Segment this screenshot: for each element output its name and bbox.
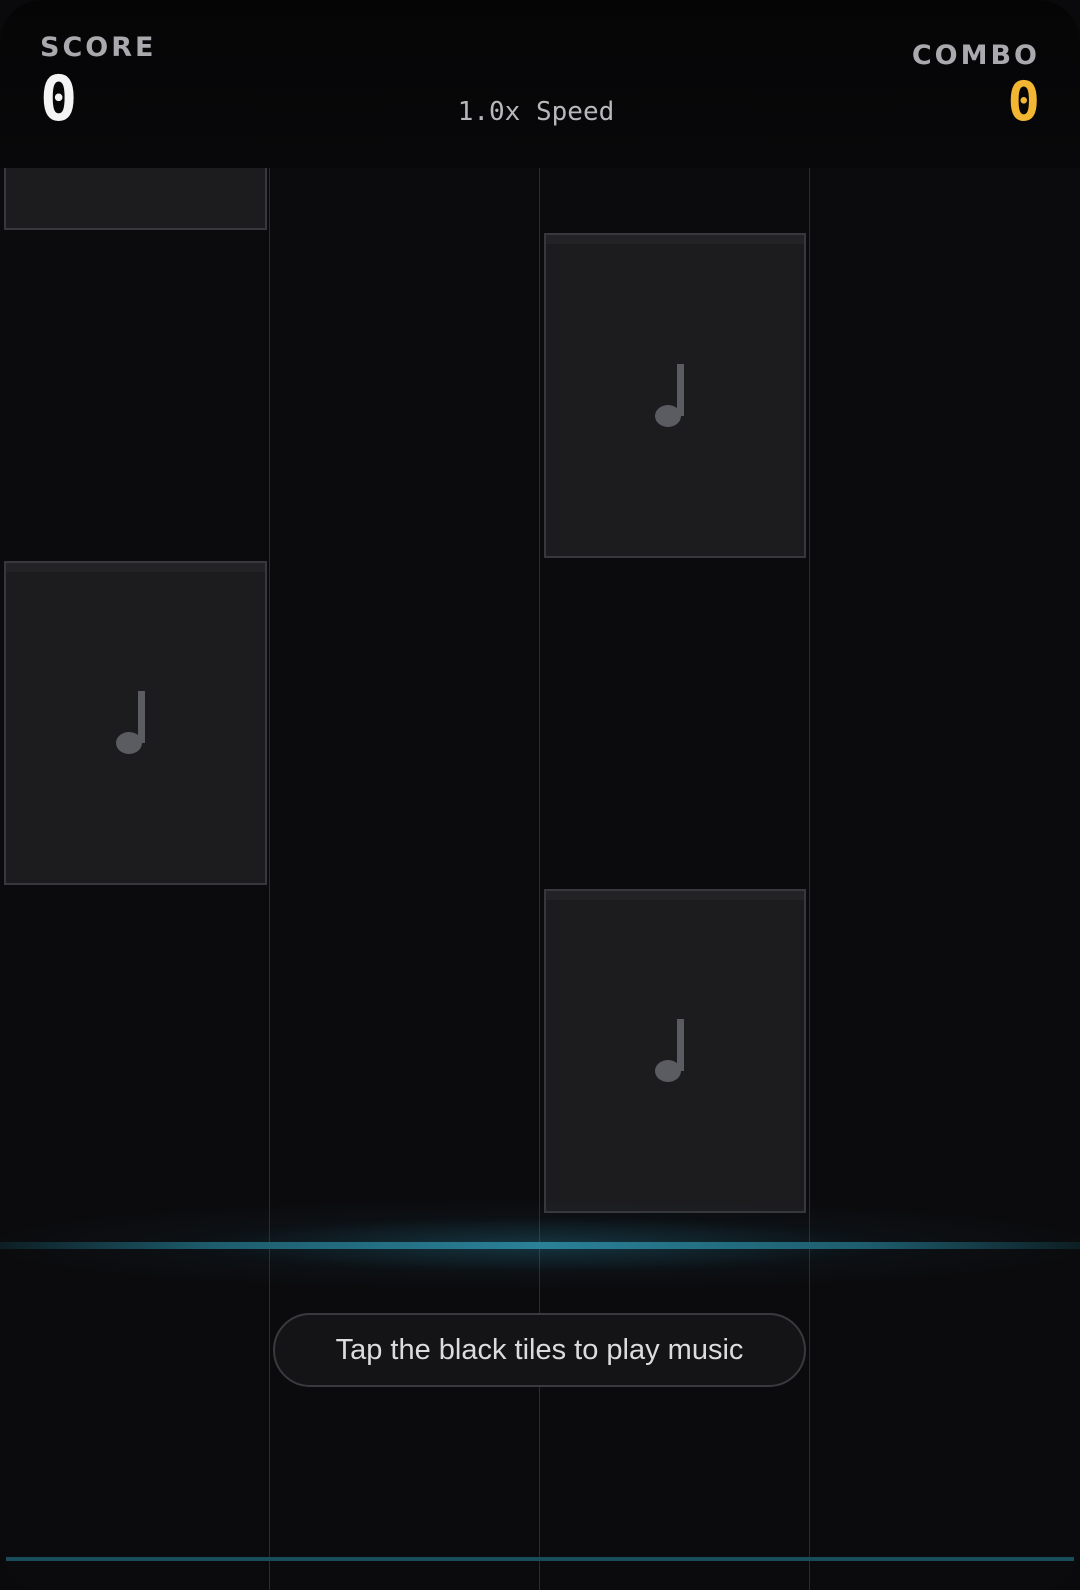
lane-divider <box>809 168 810 1590</box>
combo-label: COMBO <box>911 40 1040 71</box>
black-tile[interactable] <box>544 889 806 1213</box>
music-note-icon <box>655 363 684 427</box>
black-tile[interactable] <box>4 561 267 885</box>
score-label: SCORE <box>40 32 157 63</box>
music-note-icon <box>115 691 145 754</box>
bottom-accent-line <box>6 1557 1074 1561</box>
black-tile[interactable] <box>544 233 806 558</box>
hint-pill: Tap the black tiles to play music <box>273 1313 806 1387</box>
hit-line <box>0 1200 1080 1290</box>
game-screen: SCORE 0 1.0x Speed COMBO 0 Tap the black… <box>0 0 1080 1590</box>
hud-bar: SCORE 0 1.0x Speed COMBO 0 <box>0 0 1080 168</box>
combo-value: 0 <box>1007 70 1040 133</box>
combo-block: COMBO 0 <box>912 40 1040 132</box>
lane-divider <box>269 168 270 1590</box>
hit-line-core <box>0 1242 1080 1249</box>
music-note-icon <box>655 1019 684 1082</box>
